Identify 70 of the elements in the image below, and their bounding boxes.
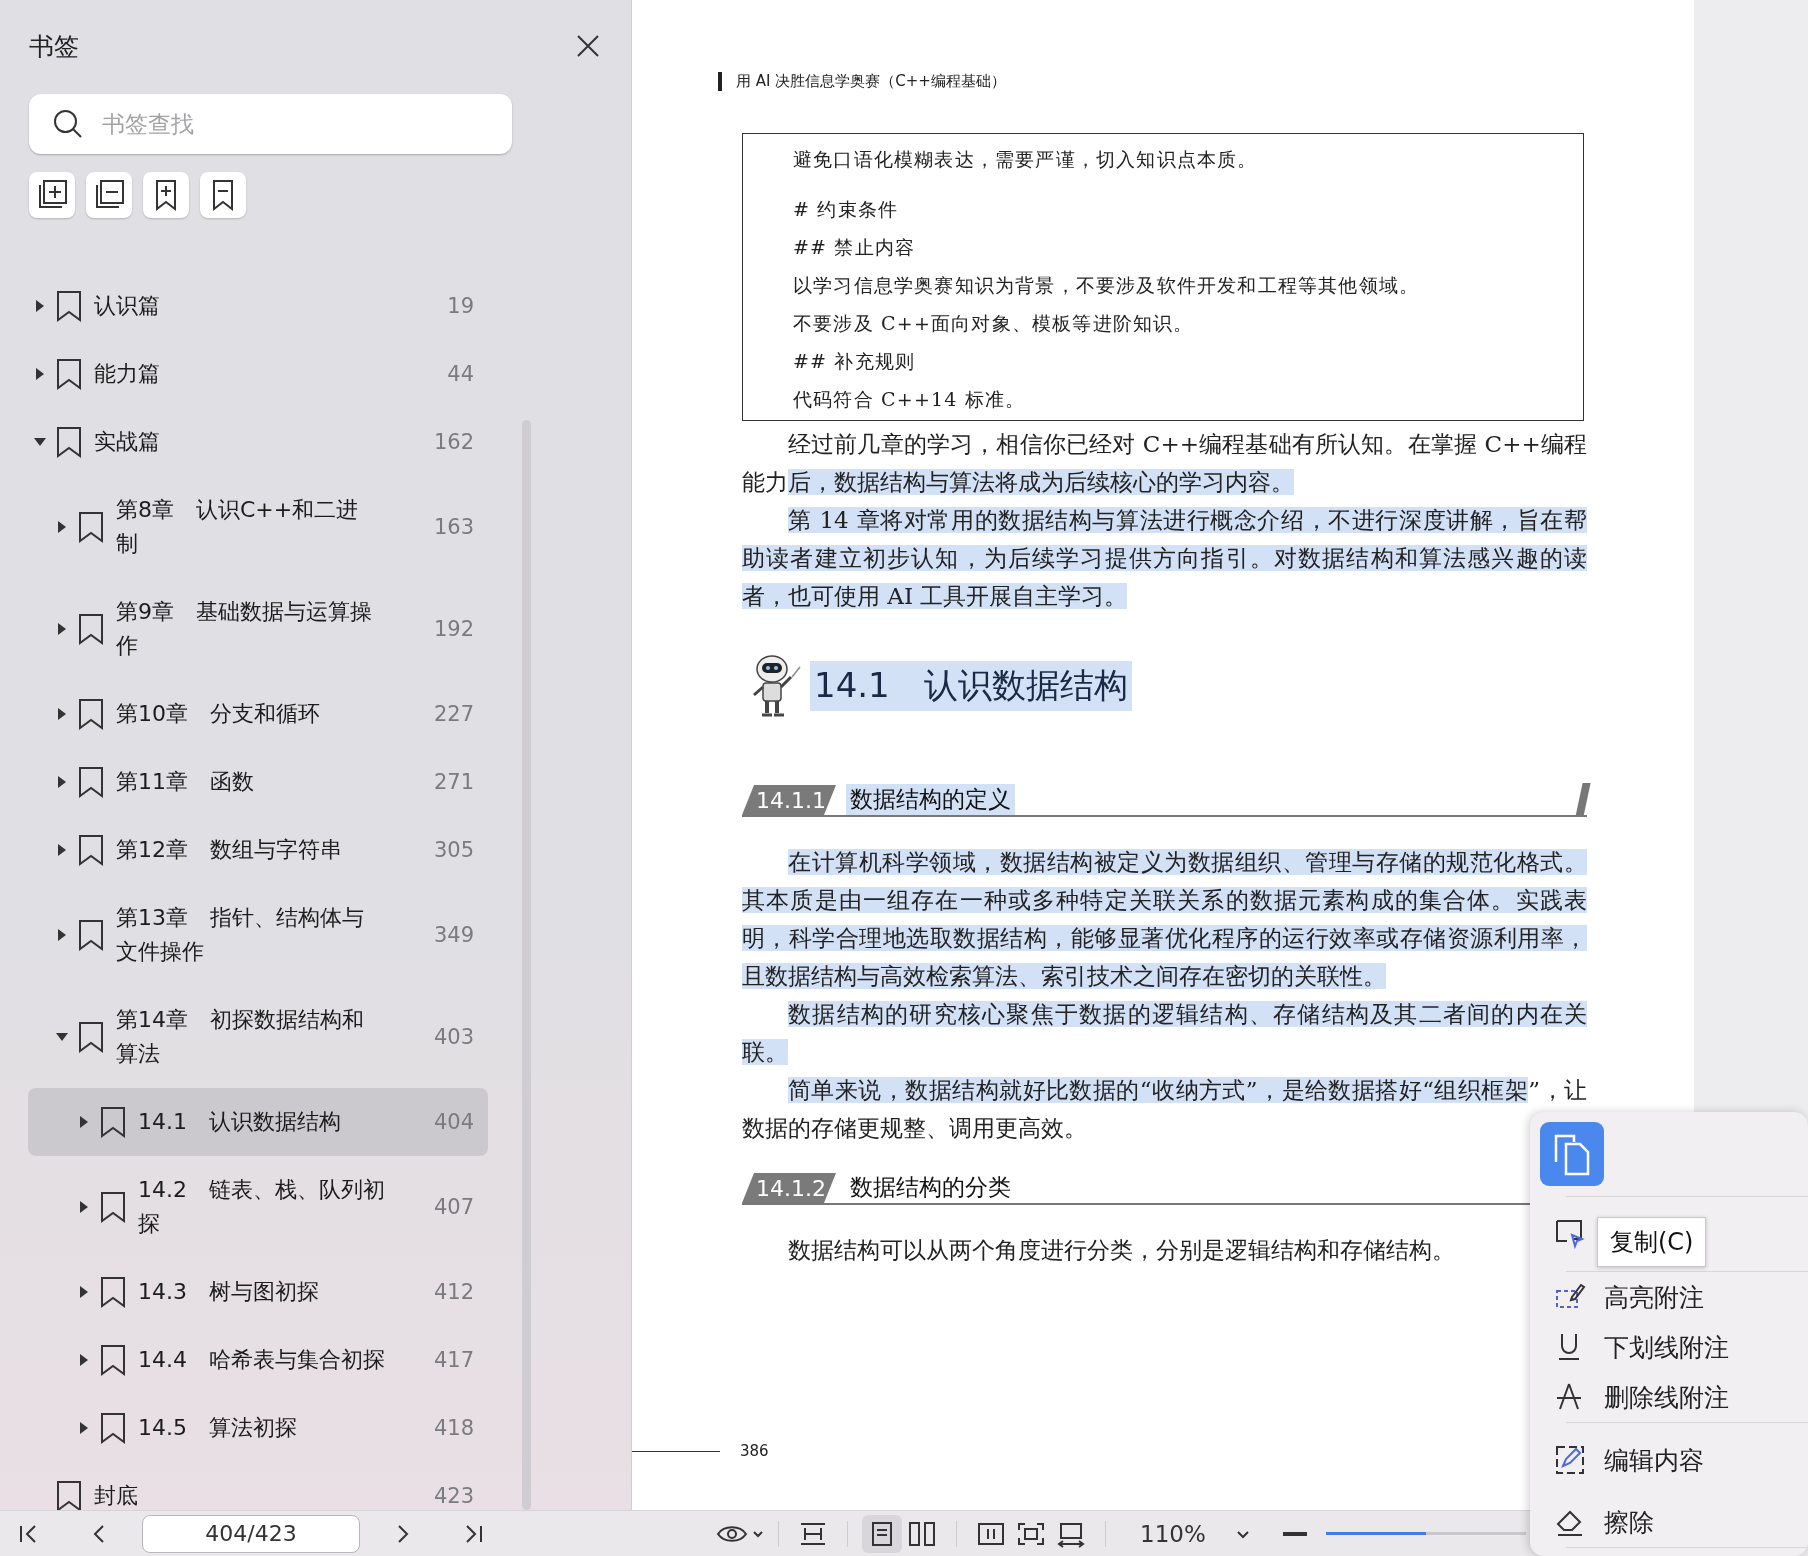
bookmark-icon xyxy=(78,766,104,798)
bookmark-icon xyxy=(56,426,82,458)
close-icon xyxy=(575,33,601,59)
bookmark-item[interactable]: 14.2 链表、栈、队列初探 407 xyxy=(28,1156,488,1258)
body-paragraph: 经过前几章的学习，相信你已经对 C++编程基础有所认知。在掌握 C++编程能力后，数据结构与算法将成为后续核心的学习内容。 xyxy=(742,430,1587,497)
running-header: 用 AI 决胜信息学奥赛（C++编程基础） xyxy=(736,72,1006,91)
bookmark-icon xyxy=(78,919,104,951)
bookmark-icon xyxy=(56,1480,82,1510)
bookmark-icon xyxy=(56,358,82,390)
bookmark-icon xyxy=(78,1021,104,1053)
select-area-icon xyxy=(1554,1218,1586,1250)
close-button[interactable] xyxy=(575,33,601,59)
bookmark-item[interactable]: 实战篇 162 xyxy=(28,408,488,476)
tooltip: 复制(C) xyxy=(1597,1217,1707,1267)
bookmark-icon xyxy=(100,1344,126,1376)
bookmark-icon xyxy=(78,613,104,645)
bookmark-item[interactable]: 第11章 函数 271 xyxy=(28,748,488,816)
bookmark-item[interactable]: 第8章 认识C++和二进制 163 xyxy=(28,476,488,578)
bookmark-icon xyxy=(100,1276,126,1308)
body-paragraph: 在计算机科学领域，数据结构被定义为数据组织、管理与存储的规范化格式。其本质是由一组存在一种或多种特定关联关系的数据元素构成的集合体。实践表明，科学合理地选取数据结构，能够显著优化程序的运行效率或存储资源利用率，且数据结构与高效检索算法、索引技术之间存在密切的关联性。 xyxy=(742,848,1587,991)
menu-item[interactable]: 擦除 xyxy=(1540,1497,1660,1547)
scrollbar[interactable] xyxy=(522,420,531,1510)
zoom-slider[interactable] xyxy=(1325,1532,1526,1535)
bookmark-icon xyxy=(100,1106,126,1138)
bookmark-item[interactable]: 第10章 分支和循环 227 xyxy=(28,680,488,748)
menu-item[interactable]: 高亮附注 xyxy=(1540,1272,1710,1322)
panel-title: 书签 xyxy=(29,30,79,63)
add-bookmark-button[interactable] xyxy=(143,172,189,218)
subsection-title: 数据结构的分类 xyxy=(849,1173,1012,1202)
bookmark-icon xyxy=(78,698,104,730)
bookmark-item[interactable]: 14.4 哈希表与集合初探 417 xyxy=(28,1326,488,1394)
bookmark-icon xyxy=(78,834,104,866)
copy-icon xyxy=(1552,1132,1592,1176)
bookmark-icon xyxy=(100,1412,126,1444)
bookmark-item[interactable]: 认识篇 19 xyxy=(28,272,488,340)
expand-all-button[interactable] xyxy=(29,172,75,218)
bookmark-item[interactable]: 能力篇 44 xyxy=(28,340,488,408)
menu-item[interactable]: 编辑内容 xyxy=(1540,1423,1710,1497)
bookmark-item[interactable]: 封底 423 xyxy=(28,1462,488,1510)
bookmark-item[interactable]: 14.5 算法初探 418 xyxy=(28,1394,488,1462)
bookmark-item[interactable]: 第14章 初探数据结构和算法 403 xyxy=(28,986,488,1088)
section-heading: 14.1 认识数据结构 xyxy=(810,661,1132,711)
view-mode-button[interactable] xyxy=(862,1514,902,1553)
edit-content-icon xyxy=(1554,1444,1586,1476)
body-paragraph: 数据结构的研究核心聚焦于数据的逻辑结构、存储结构及其二者间的内在关联。 xyxy=(742,1000,1587,1067)
bookmark-icon xyxy=(100,1191,126,1223)
bookmark-item[interactable]: 第9章 基础数据与运算操作 192 xyxy=(28,578,488,680)
body-paragraph: 第 14 章将对常用的数据结构与算法进行概念介绍，不进行深度讲解，旨在帮助读者建立初步认知，为后续学习提供方向指引。对数据结构和算法感兴趣的读者，也可使用 AI 工具开展自主学习。 xyxy=(742,506,1587,611)
menu-item[interactable]: 下划线附注 xyxy=(1540,1322,1735,1372)
two-page-icon xyxy=(906,1519,938,1548)
bookmark-item[interactable]: 14.3 树与图初探 412 xyxy=(28,1258,488,1326)
bookmark-icon xyxy=(56,290,82,322)
copy-button[interactable] xyxy=(1540,1122,1604,1186)
bookmark-icon xyxy=(78,511,104,543)
bookmark-item[interactable]: 第12章 数组与字符串 305 xyxy=(28,816,488,884)
minus-icon xyxy=(1282,1530,1307,1537)
section-number: 14.1.2 xyxy=(742,1173,836,1203)
remove-bookmark-button[interactable] xyxy=(200,172,246,218)
section-number: 14.1.1 xyxy=(742,785,836,815)
bookmark-item[interactable]: 14.1 认识数据结构 404 xyxy=(28,1088,488,1156)
body-paragraph: 数据结构可以从两个角度进行分类，分别是逻辑结构和存储结构。 xyxy=(787,1236,1455,1265)
zoom-level: 110% xyxy=(1140,1520,1206,1547)
page-number: 386 xyxy=(740,1442,769,1460)
prompt-box: 避免口语化模糊表达，需要严谨，切入知识点本质。 # 约束条件 ## 禁止内容 以学习信息学奥赛知识为背景，不要涉及软件开发和工程等其他领域。 不要涉及 C++面向对象、模板等进阶知识。 ## 补充规则 代码符合 C++14 标准。 xyxy=(742,133,1584,421)
page-number-field[interactable]: 404/423 xyxy=(142,1514,360,1553)
menu-item[interactable]: 删除线附注 xyxy=(1540,1372,1735,1422)
collapse-all-button[interactable] xyxy=(86,172,132,218)
bookmark-item[interactable]: 第13章 指针、结构体与文件操作 349 xyxy=(28,884,488,986)
subsection-title: 数据结构的定义 xyxy=(846,784,1015,815)
search-field[interactable]: 书签查找 xyxy=(29,94,512,154)
